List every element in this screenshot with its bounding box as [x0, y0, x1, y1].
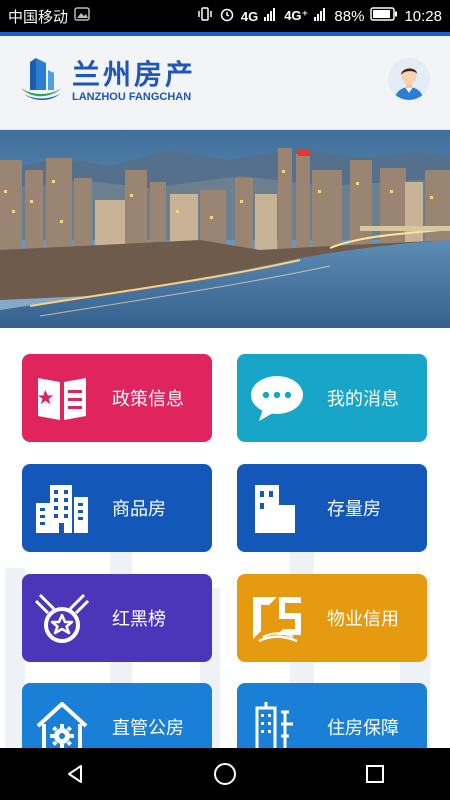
tile-label: 政策信息	[112, 389, 184, 409]
building-icon	[255, 485, 295, 533]
home-button[interactable]	[195, 748, 255, 800]
tile-label: 存量房	[327, 499, 381, 519]
tile-existing-housing[interactable]: 存量房	[237, 464, 427, 552]
recents-icon	[366, 765, 384, 783]
battery-percent: 88%	[334, 7, 365, 25]
buildings-icon	[36, 485, 88, 533]
function-grid: 政策信息 我的消息 商品房 存量房 红黑榜 物业信用 直管公房 住房保障	[0, 328, 450, 748]
app-subtitle: LANZHOU FANGCHAN	[72, 90, 192, 103]
back-icon	[68, 765, 82, 783]
tile-my-messages[interactable]: 我的消息	[237, 354, 427, 442]
home-icon	[214, 763, 236, 785]
tile-commercial-housing[interactable]: 商品房	[22, 464, 212, 552]
signal-icon-left	[264, 7, 278, 25]
alarm-icon	[219, 6, 235, 26]
app-header: 兰州房产 LANZHOU FANGCHAN	[0, 36, 450, 130]
image-notification-icon	[74, 7, 90, 25]
house-gear-icon	[36, 702, 88, 748]
tile-label: 我的消息	[327, 389, 399, 409]
battery-icon	[370, 7, 398, 25]
network-type-right: 4G⁺	[284, 8, 309, 23]
property-credit-logo-icon	[253, 597, 301, 643]
tile-label: 红黑榜	[112, 609, 166, 629]
tile-label: 物业信用	[327, 609, 399, 629]
signal-icon-right	[314, 7, 328, 25]
medal-star-icon	[34, 593, 90, 643]
app-title: 兰州房产	[72, 58, 197, 90]
tile-property-credit[interactable]: 物业信用	[237, 574, 427, 662]
system-navigation-bar	[0, 748, 450, 800]
logo-icon	[18, 54, 64, 109]
city-skyline-image	[0, 130, 450, 328]
network-type-left: 4G	[240, 8, 259, 24]
avatar-icon	[388, 58, 430, 100]
tile-housing-security[interactable]: 住房保障	[237, 683, 427, 748]
status-bar: 中国移动 4G 4G⁺ 88% 10:28	[0, 0, 450, 32]
chat-bubble-icon	[251, 376, 303, 421]
city-banner-image[interactable]	[0, 130, 450, 328]
tile-label: 直管公房	[112, 718, 184, 738]
tower-icon	[255, 702, 293, 748]
clock: 10:28	[404, 7, 442, 25]
policy-book-icon	[38, 378, 86, 420]
user-avatar[interactable]	[388, 58, 430, 100]
tile-label: 住房保障	[327, 718, 399, 738]
tile-public-housing[interactable]: 直管公房	[22, 683, 212, 748]
back-button[interactable]	[45, 748, 105, 800]
carrier-label: 中国移动	[8, 8, 69, 26]
tile-red-black-list[interactable]: 红黑榜	[22, 574, 212, 662]
tile-policy-info[interactable]: 政策信息	[22, 354, 212, 442]
app-logo: 兰州房产 LANZHOU FANGCHAN	[18, 54, 196, 109]
tile-label: 商品房	[112, 499, 166, 519]
recents-button[interactable]	[345, 748, 405, 800]
vibrate-icon	[197, 6, 213, 26]
